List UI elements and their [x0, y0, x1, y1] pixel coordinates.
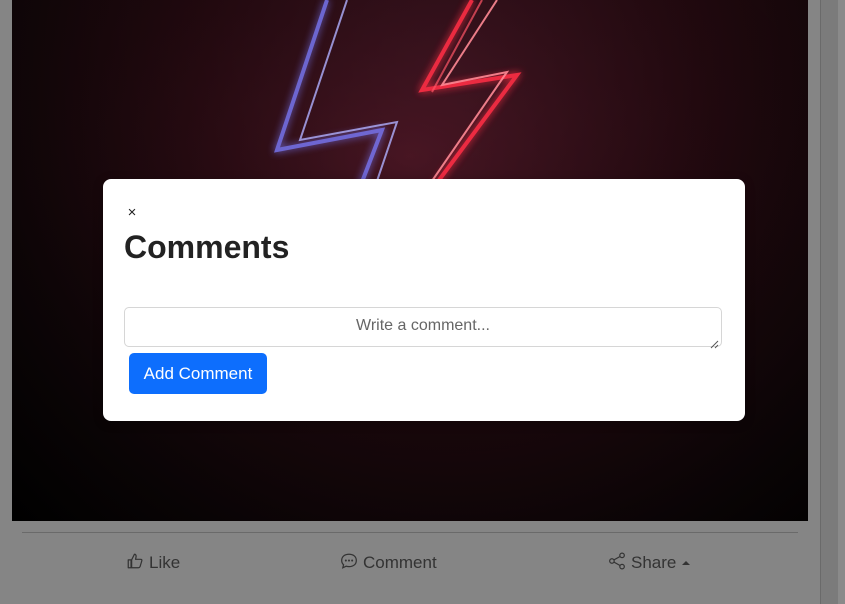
comments-modal: × Comments Add Comment	[103, 179, 745, 421]
resize-handle-icon[interactable]	[710, 336, 719, 349]
close-icon[interactable]: ×	[125, 205, 139, 221]
modal-title: Comments	[124, 229, 290, 265]
add-comment-button[interactable]: Add Comment	[129, 353, 267, 394]
comment-input[interactable]	[124, 307, 722, 347]
